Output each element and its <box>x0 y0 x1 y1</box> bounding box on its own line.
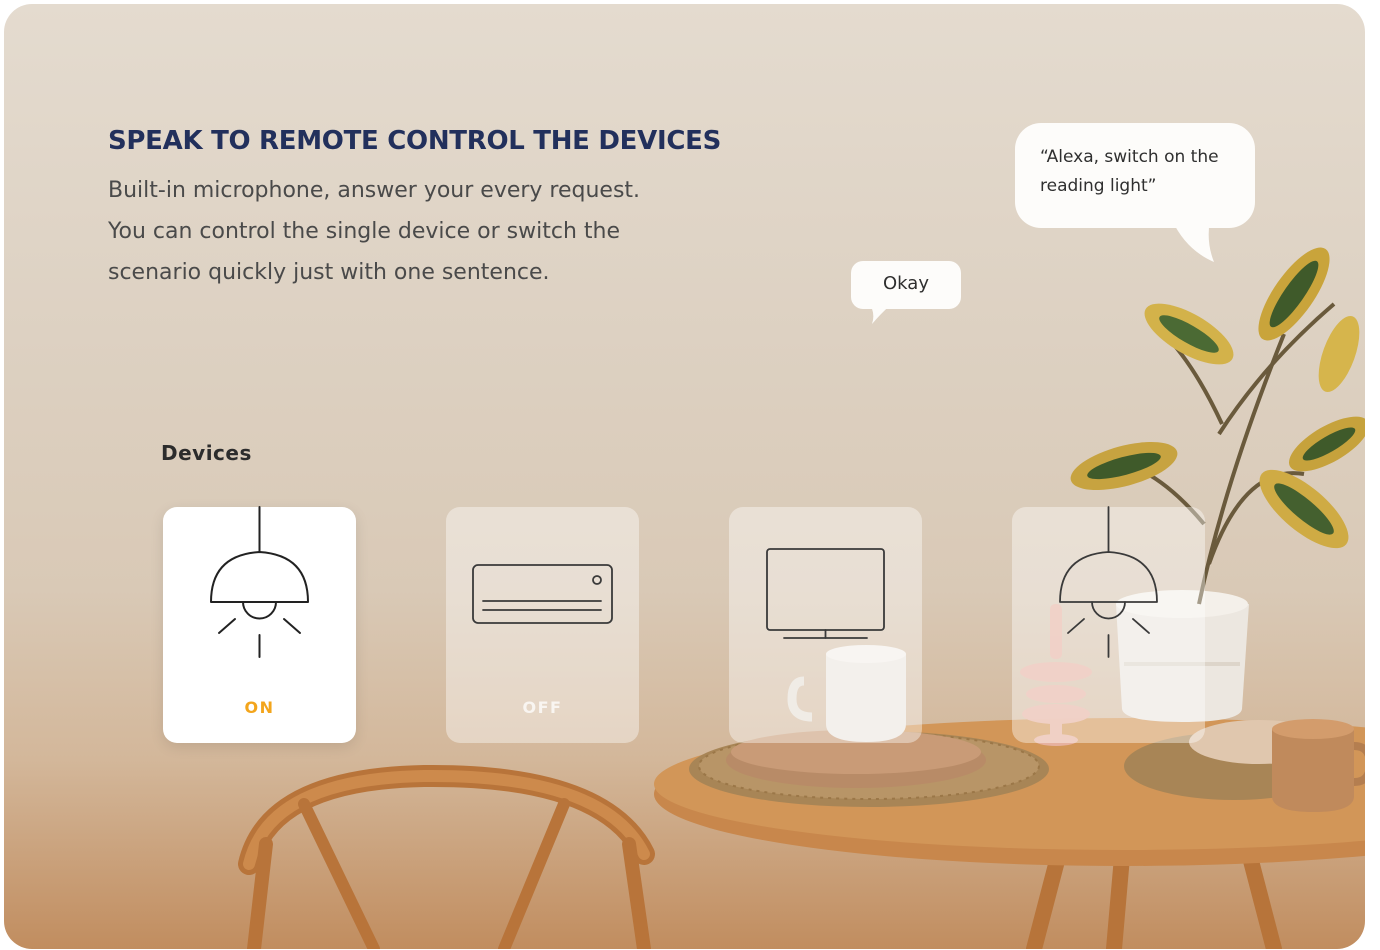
device-card-lamp[interactable]: ON <box>163 506 356 743</box>
device-state-label: ON <box>244 698 275 717</box>
device-state-label: OFF <box>522 698 563 717</box>
device-card-air-conditioner[interactable]: OFF <box>446 507 639 743</box>
device-card-lamp[interactable] <box>1012 506 1205 743</box>
voice-command-bubble: “Alexa, switch on the reading light” <box>1015 123 1255 228</box>
description-line: Built-in microphone, answer your every r… <box>108 178 641 203</box>
devices-label: Devices <box>161 441 252 465</box>
wooden-chair <box>238 764 655 949</box>
voice-command-line: reading light” <box>1040 176 1157 196</box>
pendant-lamp-icon <box>1059 506 1158 658</box>
bubble-tail <box>1172 220 1214 262</box>
description-line: You can control the single device or swi… <box>108 219 620 244</box>
device-card-tv[interactable] <box>729 507 922 743</box>
smart-home-banner: SPEAK TO REMOTE CONTROL THE DEVICES Buil… <box>4 4 1365 949</box>
description-line: scenario quickly just with one sentence. <box>108 260 550 285</box>
voice-command-line: “Alexa, switch on the <box>1040 147 1219 167</box>
description: Built-in microphone, answer your every r… <box>108 170 788 293</box>
bubble-tail <box>868 302 894 324</box>
brown-mug <box>1272 719 1365 812</box>
tv-icon <box>766 548 885 639</box>
headline: SPEAK TO REMOTE CONTROL THE DEVICES <box>108 126 721 156</box>
